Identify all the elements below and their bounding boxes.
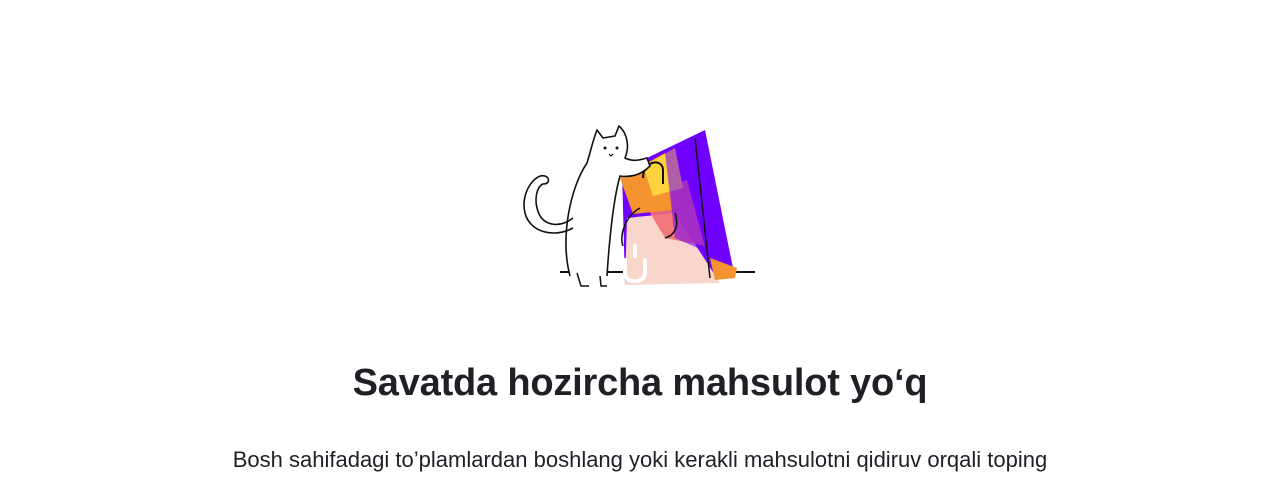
empty-cart-title: Savatda hozircha mahsulot yo‘q	[352, 362, 928, 404]
cat-with-shopping-bag-icon	[515, 118, 765, 293]
empty-cart-subtitle: Bosh sahifadagi to’plamlardan boshlang y…	[232, 447, 1048, 472]
